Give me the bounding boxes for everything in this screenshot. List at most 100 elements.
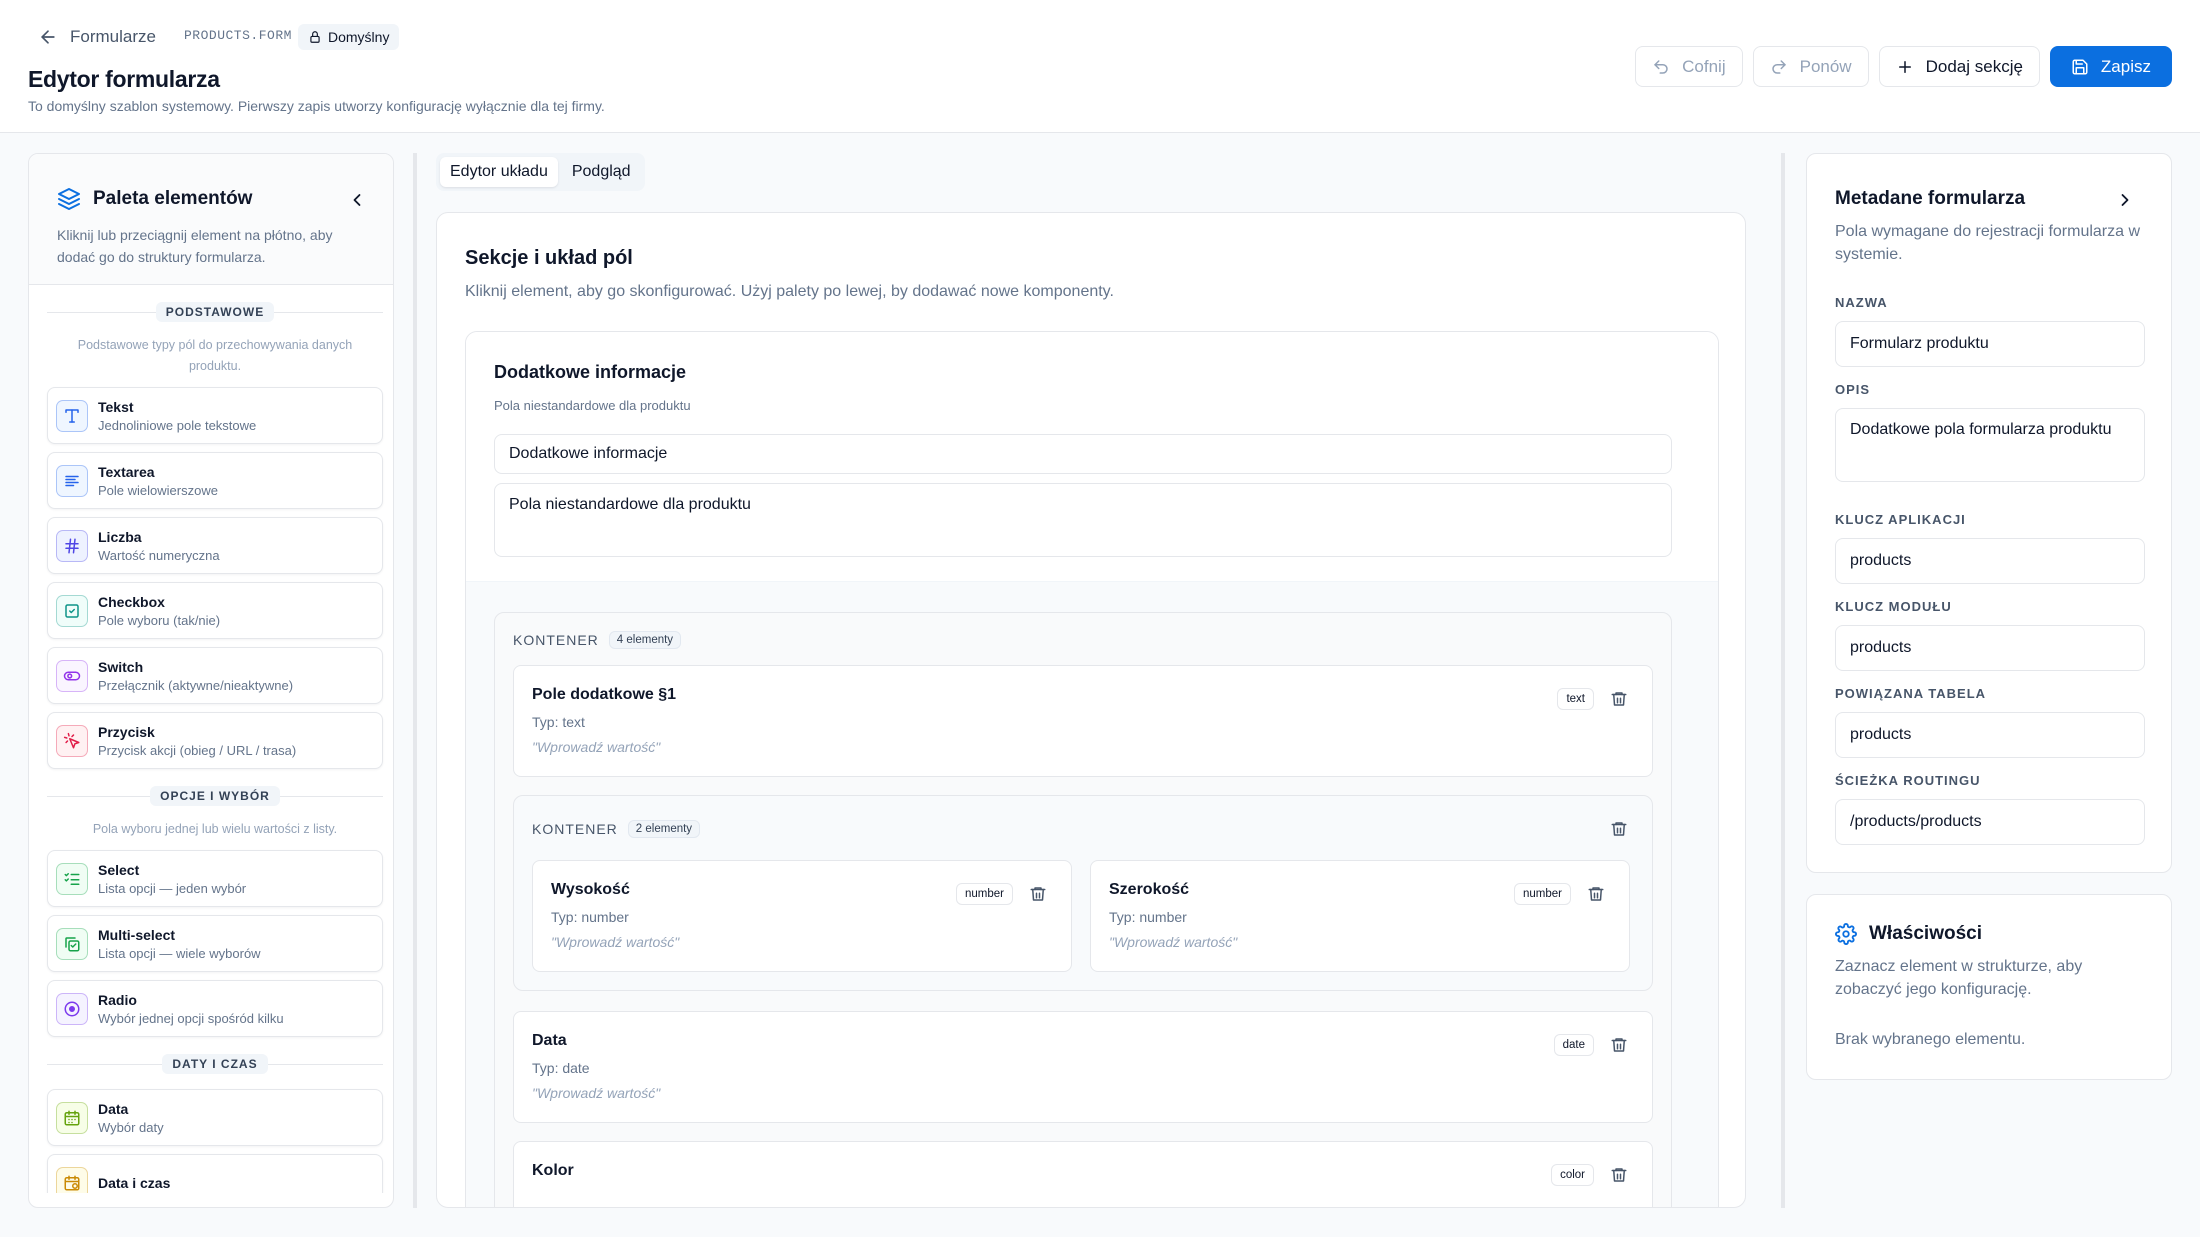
- palette-item-textarea[interactable]: Textarea Pole wielowierszowe: [47, 452, 383, 509]
- resize-handle-right[interactable]: [1781, 153, 1785, 1208]
- save-button[interactable]: Zapisz: [2049, 46, 2172, 87]
- undo-label: Cofnij: [1682, 56, 1726, 76]
- palette-item-przycisk[interactable]: Przycisk Przycisk akcji (obieg / URL / tr…: [47, 712, 383, 769]
- field-type-badge: date: [1553, 1034, 1594, 1056]
- palette-item-description: Wybór daty: [98, 1119, 164, 1135]
- route-label: ŚCIEŻKA ROUTINGU: [1835, 773, 1981, 788]
- field-placeholder: "Wprowadź wartość": [551, 934, 680, 950]
- radio-dot-icon: [56, 992, 88, 1025]
- calendar-icon: [56, 1101, 88, 1134]
- field-name: Data: [532, 1032, 567, 1049]
- palette-item-label: Liczba: [98, 528, 142, 545]
- add-section-button[interactable]: Dodaj sekcję: [1878, 46, 2040, 87]
- app-key-input[interactable]: [1835, 538, 2145, 584]
- delete-field-button[interactable]: [1029, 885, 1047, 903]
- palette-item-text: Data i czas: [98, 1175, 170, 1191]
- page-header: Formularze PRODUCTS.FORM Domyślny Edytor…: [0, 0, 2200, 133]
- page-title: Edytor formularza: [28, 66, 220, 92]
- field-card[interactable]: Data Typ: date "Wprowadź wartość" date: [513, 1011, 1653, 1123]
- settings-icon: [1835, 923, 1857, 945]
- copy-check-icon: [56, 927, 88, 960]
- template-badge-label: Domyślny: [328, 29, 390, 45]
- pointer-click-icon: [56, 724, 88, 757]
- palette-item-description: Wybór jednej opcji spośród kilku: [98, 1010, 284, 1026]
- section-description-input[interactable]: Pola niestandardowe dla produktu: [494, 483, 1672, 557]
- module-key-label: KLUCZ MODUŁU: [1835, 599, 1952, 614]
- delete-container-button[interactable]: [1610, 820, 1628, 838]
- palette-item-label: Tekst: [98, 398, 134, 415]
- properties-title: Właściwości: [1835, 923, 1982, 945]
- redo-button[interactable]: Ponów: [1752, 46, 1869, 87]
- chevron-left-icon: [347, 190, 367, 210]
- field-name: Szerokość: [1109, 881, 1190, 898]
- palette-list[interactable]: PODSTAWOWE Podstawowe typy pól do przecho…: [29, 285, 393, 1193]
- palette-item-data[interactable]: Data Wybór daty: [47, 1089, 383, 1146]
- form-section[interactable]: Dodatkowe informacje Pola niestandardowe…: [465, 331, 1719, 1207]
- palette-item-tekst[interactable]: Tekst Jednoliniowe pole tekstowe: [47, 387, 383, 444]
- toolbar: Cofnij Ponów Dodaj sekcję Zapisz: [1635, 46, 2172, 87]
- field-card[interactable]: Wysokość Typ: number "Wprowadź wartość" …: [532, 860, 1072, 972]
- properties-title-label: Właściwości: [1869, 923, 1982, 944]
- palette-item-select[interactable]: Select Lista opcji — jeden wybór: [47, 850, 383, 907]
- palette-group-label: PODSTAWOWE: [155, 302, 275, 322]
- description-input[interactable]: Dodatkowe pola formularza produktu: [1835, 408, 2145, 482]
- palette-group-description: Pola wyboru jednej lub wielu wartości z …: [92, 822, 338, 836]
- save-label: Zapisz: [2100, 56, 2151, 76]
- metadata-description: Pola wymagane do rejestracji formularza …: [1835, 223, 2141, 263]
- palette-item-label: Switch: [98, 658, 144, 675]
- delete-field-button[interactable]: [1610, 1036, 1628, 1054]
- palette-item-data-i-czas[interactable]: Data i czas: [47, 1154, 383, 1193]
- module-key-input[interactable]: [1835, 625, 2145, 671]
- table-input[interactable]: [1835, 712, 2145, 758]
- palette-group-header: PODSTAWOWE: [47, 295, 383, 329]
- field-card[interactable]: Pole dodatkowe §1 Typ: text "Wprowadź wa…: [513, 665, 1653, 777]
- undo-button[interactable]: Cofnij: [1635, 46, 1743, 87]
- delete-field-button[interactable]: [1610, 690, 1628, 708]
- palette-group-label: OPCJE I WYBÓR: [150, 786, 280, 806]
- template-badge: Domyślny: [298, 24, 400, 50]
- delete-field-button[interactable]: [1610, 1166, 1628, 1184]
- route-input[interactable]: [1835, 799, 2145, 845]
- field-card[interactable]: Kolor color: [513, 1141, 1653, 1207]
- element-palette: Paleta elementów Kliknij lub przeciągnij…: [28, 153, 394, 1208]
- field-card[interactable]: Szerokość Typ: number "Wprowadź wartość"…: [1090, 860, 1630, 972]
- container-block[interactable]: KONTENER 4 elementy Pole dodatkowe §1 Ty…: [494, 612, 1672, 1207]
- collapse-palette-button[interactable]: [347, 190, 367, 210]
- field-name: Pole dodatkowe §1: [532, 686, 677, 703]
- redo-icon: [1770, 58, 1788, 76]
- palette-item-liczba[interactable]: Liczba Wartość numeryczna: [47, 517, 383, 574]
- name-label: NAZWA: [1835, 295, 1888, 310]
- canvas-description: Kliknij element, aby go skonfigurować. U…: [465, 283, 1114, 300]
- name-input[interactable]: [1835, 321, 2145, 367]
- text-type-icon: [56, 399, 88, 432]
- palette-header: Paleta elementów Kliknij lub przeciągnij…: [29, 154, 393, 285]
- properties-panel: Właściwości Zaznacz element w strukturze…: [1806, 894, 2172, 1080]
- palette-item-description: Jednoliniowe pole tekstowe: [98, 417, 257, 433]
- palette-item-description: Przycisk akcji (obieg / URL / trasa): [98, 742, 297, 758]
- delete-field-button[interactable]: [1587, 885, 1605, 903]
- resize-handle-left[interactable]: [413, 153, 417, 1208]
- palette-item-label: Przycisk: [98, 723, 155, 740]
- nested-container-block[interactable]: KONTENER 2 elementy Wysokość Typ: number…: [513, 795, 1653, 991]
- description-label: OPIS: [1835, 382, 1871, 397]
- trash-icon: [1610, 820, 1628, 838]
- list-checks-icon: [56, 862, 88, 895]
- trash-icon: [1610, 1036, 1628, 1054]
- palette-item-text: Data Wybór daty: [98, 1101, 164, 1135]
- app-key-label: KLUCZ APLIKACJI: [1835, 512, 1966, 527]
- palette-item-checkbox[interactable]: Checkbox Pole wyboru (tak/nie): [47, 582, 383, 639]
- palette-description: Kliknij lub przeciągnij element na płótn…: [57, 227, 333, 265]
- collapse-metadata-button[interactable]: [2115, 190, 2135, 210]
- tab-preview[interactable]: Podgląd: [562, 157, 641, 187]
- palette-item-multi-select[interactable]: Multi-select Lista opcji — wiele wyborów: [47, 915, 383, 972]
- field-name: Kolor: [532, 1162, 574, 1179]
- tab-layout-editor[interactable]: Edytor układu: [440, 157, 558, 187]
- palette-item-text: Przycisk Przycisk akcji (obieg / URL / tr…: [98, 724, 296, 758]
- back-link[interactable]: Formularze: [38, 22, 156, 52]
- section-title-input[interactable]: [494, 434, 1672, 474]
- field-name: Wysokość: [551, 881, 630, 898]
- metadata-title: Metadane formularza: [1835, 188, 2026, 209]
- editor-tabs: Edytor układu Podgląd: [436, 153, 645, 191]
- palette-item-switch[interactable]: Switch Przełącznik (aktywne/nieaktywne): [47, 647, 383, 704]
- palette-item-radio[interactable]: Radio Wybór jednej opcji spośród kilku: [47, 980, 383, 1037]
